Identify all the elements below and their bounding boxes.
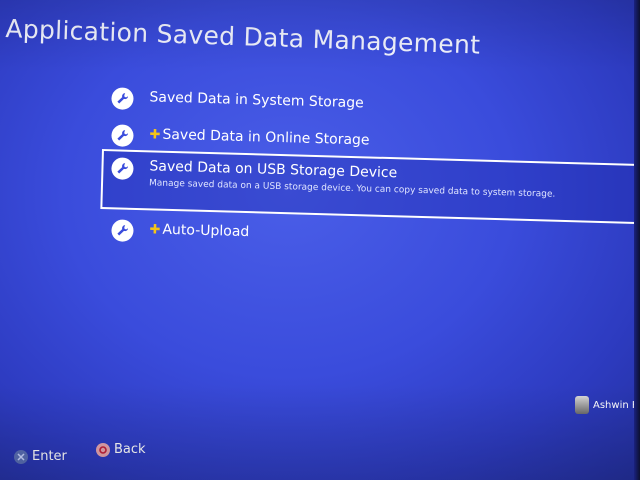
menu-item-label: Saved Data in System Storage [149,89,364,112]
page-title: Application Saved Data Management [4,14,481,60]
ps-plus-icon: ✚ [149,222,161,238]
user-name: Ashwin Ka [593,399,640,411]
cross-button-icon [14,449,28,464]
screen: Application Saved Data Management Saved … [0,0,640,480]
user-indicator: Ashwin Ka [575,396,640,414]
ps-plus-icon: ✚ [149,127,161,143]
wrench-icon [111,157,134,180]
menu-item-label-text: Auto-Upload [162,221,250,241]
menu-item-label-text: Saved Data in Online Storage [162,126,370,149]
menu-item-label: ✚ Saved Data in Online Storage [149,126,370,149]
back-button[interactable]: Back [96,442,146,457]
wrench-icon [111,124,134,147]
circle-button-icon [96,442,110,457]
tv-bezel [634,0,640,480]
wrench-icon [111,219,134,242]
avatar [575,396,589,414]
enter-button[interactable]: Enter [14,449,67,464]
enter-label: Enter [32,449,67,464]
menu-item-label: Saved Data on USB Storage Device [149,158,398,182]
back-label: Back [114,442,146,457]
menu-item-description: Manage saved data on a USB storage devic… [148,178,556,200]
menu-item-label: ✚ Auto-Upload [149,221,249,240]
wrench-icon [111,87,134,110]
